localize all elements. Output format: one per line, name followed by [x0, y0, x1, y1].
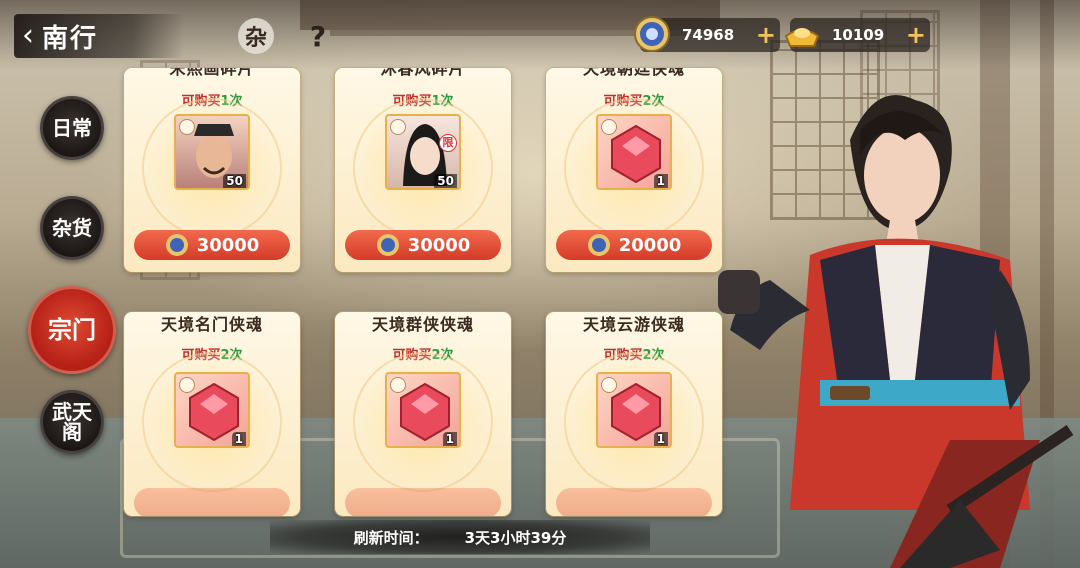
buy-button[interactable]: 30000 [345, 230, 501, 260]
buy-button[interactable] [556, 488, 712, 516]
item-name: 天境名门侠魂 [160, 315, 263, 334]
price-value: 30000 [407, 234, 471, 256]
currency-sect-coin: 74968 + [634, 16, 780, 52]
refresh-label: 刷新时间： [353, 528, 429, 547]
add-gold-ingot-button[interactable]: + [906, 21, 926, 49]
add-sect-coin-button[interactable]: + [756, 21, 776, 49]
faction-badge-icon [179, 119, 195, 135]
sect-coin-amount: 74968 [682, 26, 735, 44]
refresh-countdown: 3天3小时39分 [464, 528, 567, 547]
shop-card[interactable]: 沐春风碎片 可购买1次 限 50 30000 [335, 68, 511, 272]
gold-ingot-icon [784, 28, 820, 47]
buy-button[interactable] [134, 488, 290, 516]
back-button[interactable]: ‹ 南行 [14, 14, 184, 58]
item-icon-spirit-gem: 1 [596, 114, 672, 190]
buy-button[interactable] [345, 488, 501, 516]
item-icon-spirit-gem: 1 [596, 372, 672, 448]
nav-wutian-pavilion-label: 武天阁 [52, 400, 92, 444]
shop-card[interactable]: 天境云游侠魂 可购买2次 1 [546, 312, 722, 516]
shop-card[interactable]: 天境朝廷侠魂 可购买2次 1 20000 [546, 68, 722, 272]
help-button[interactable]: ? [300, 18, 336, 54]
faction-badge-icon [601, 377, 617, 393]
item-name: 天境云游侠魂 [582, 315, 685, 334]
page-title: 南行 [42, 23, 99, 54]
refresh-timer: 刷新时间： 3天3小时39分 [270, 520, 650, 554]
item-name: 宋熙画碎片 [169, 68, 255, 78]
sect-coin-icon [376, 234, 399, 256]
sect-coin-icon [634, 16, 670, 52]
shop-card[interactable]: 天境群侠侠魂 可购买2次 1 [335, 312, 511, 516]
item-icon-spirit-gem: 1 [174, 372, 250, 448]
item-icon-scholar-portrait: 限 50 [385, 114, 461, 190]
item-name: 沐春风碎片 [380, 68, 466, 78]
nav-sect-label: 宗门 [48, 315, 96, 344]
faction-badge-icon [390, 377, 406, 393]
nav-daily[interactable]: 日常 [40, 96, 104, 160]
top-bar: ‹ 南行 杂 ? 74968 + 10109 + [0, 0, 1080, 70]
chevron-left-icon: ‹ [22, 18, 34, 53]
nav-wutian-pavilion[interactable]: 武天阁 [40, 390, 104, 454]
nav-sundries[interactable]: 杂货 [40, 196, 104, 260]
faction-badge-icon [390, 119, 406, 135]
nav-sundries-label: 杂货 [52, 216, 92, 240]
sect-coin-icon [587, 234, 610, 256]
item-icon-spirit-gem: 1 [385, 372, 461, 448]
item-name: 天境群侠侠魂 [371, 315, 474, 334]
nav-daily-label: 日常 [52, 116, 92, 140]
limited-tag: 限 [439, 134, 457, 152]
item-name: 天境朝廷侠魂 [582, 68, 685, 78]
item-icon-general-portrait: 50 [174, 114, 250, 190]
buy-button[interactable]: 20000 [556, 230, 712, 260]
price-value: 30000 [196, 234, 260, 256]
faction-badge-icon [601, 119, 617, 135]
gold-ingot-amount: 10109 [832, 26, 885, 44]
faction-badge-icon [179, 377, 195, 393]
sect-coin-icon [165, 234, 188, 256]
currency-gold-ingot: 10109 + [784, 18, 930, 52]
hero-character-illustration [718, 95, 1074, 568]
shop-card[interactable]: 天境名门侠魂 可购买2次 1 [124, 312, 300, 516]
price-value: 20000 [618, 234, 682, 256]
nav-sect[interactable]: 宗门 [28, 286, 116, 374]
buy-button[interactable]: 30000 [134, 230, 290, 260]
misc-button[interactable]: 杂 [238, 18, 274, 54]
shop-card[interactable]: 宋熙画碎片 可购买1次 50 30000 [124, 68, 300, 272]
